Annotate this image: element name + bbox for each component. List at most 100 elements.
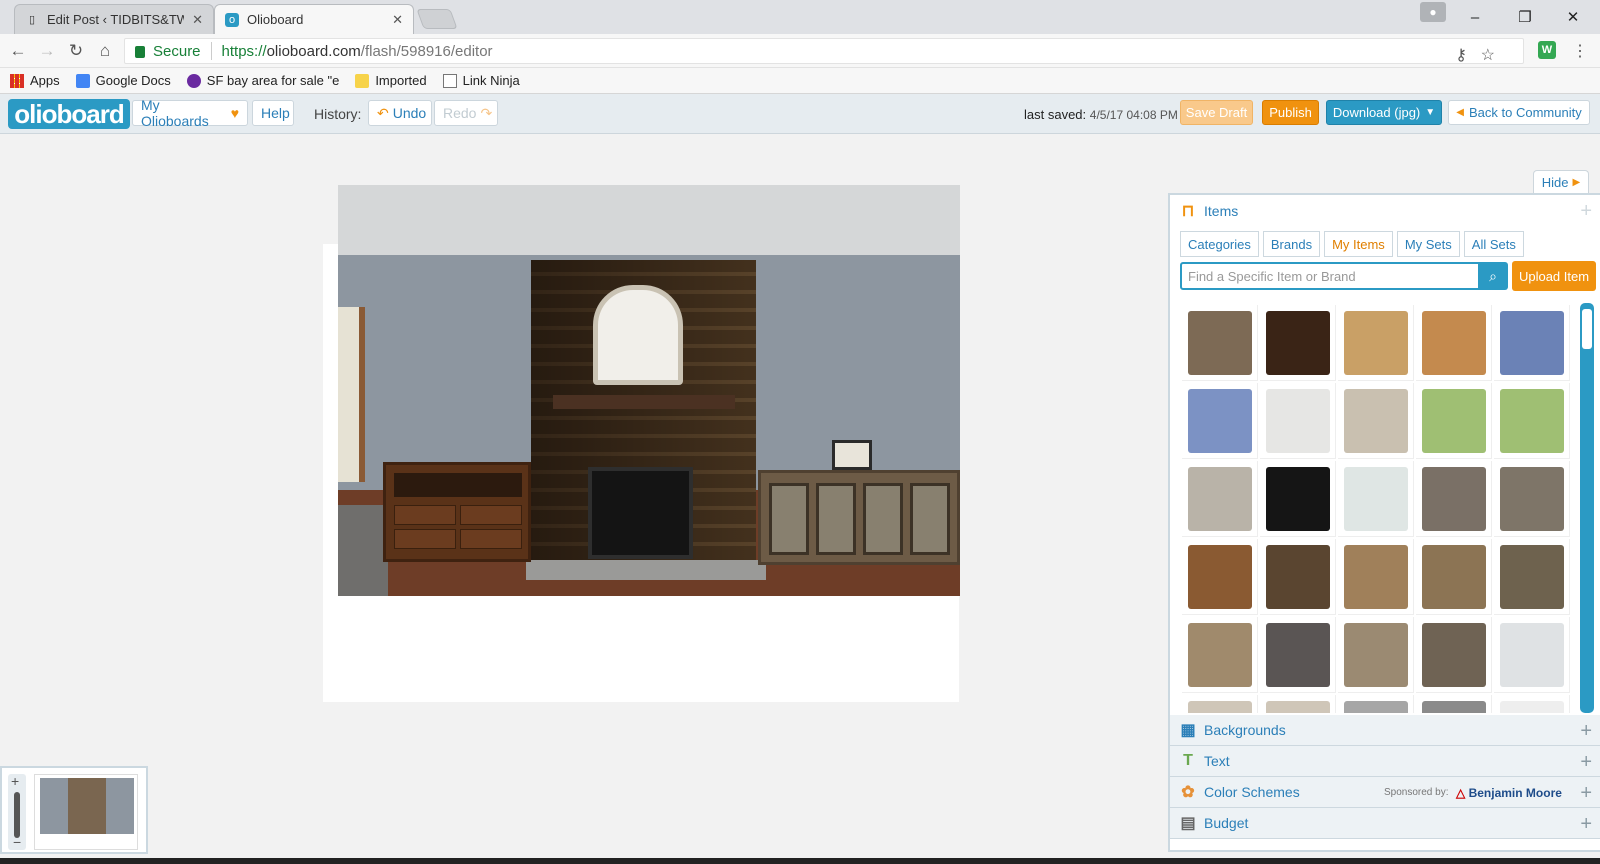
extension-icon[interactable]: W — [1538, 41, 1556, 59]
item-thumbnail[interactable] — [1260, 461, 1336, 537]
item-thumbnail[interactable] — [1182, 695, 1258, 713]
url-host: olioboard.com — [266, 42, 361, 60]
help-button[interactable]: Help — [252, 100, 294, 126]
item-thumbnail[interactable] — [1182, 617, 1258, 693]
tab-all-sets[interactable]: All Sets — [1463, 231, 1524, 257]
plus-icon[interactable]: + — [1580, 200, 1592, 223]
bookmark-link-ninja[interactable]: Link Ninja — [442, 73, 520, 88]
plus-icon[interactable]: + — [1580, 813, 1592, 836]
item-thumbnail[interactable] — [1182, 305, 1258, 381]
color-schemes-section[interactable]: ✿ Color Schemes Sponsored by: △ Benjamin… — [1170, 777, 1600, 808]
minimize-icon[interactable]: – — [1460, 0, 1490, 34]
plus-icon[interactable]: + — [1580, 751, 1592, 774]
zoom-out-icon[interactable]: − — [13, 834, 21, 850]
menu-kebab-icon[interactable]: ⋮ — [1572, 41, 1588, 61]
zoom-slider[interactable]: + − — [8, 773, 26, 850]
upload-item-button[interactable]: Upload Item — [1512, 261, 1596, 291]
budget-section[interactable]: ▤ Budget + — [1170, 808, 1600, 839]
close-tab-icon[interactable]: ✕ — [192, 12, 203, 28]
items-section-header[interactable]: ⊓ Items + — [1170, 195, 1600, 226]
olioboard-favicon-icon: o — [225, 12, 239, 27]
item-thumbnail[interactable] — [1260, 617, 1336, 693]
zoom-in-icon[interactable]: + — [11, 773, 19, 789]
reload-icon[interactable]: ↻ — [67, 41, 85, 60]
new-tab-button[interactable] — [416, 9, 458, 29]
item-thumbnail[interactable] — [1338, 539, 1414, 615]
search-button[interactable]: ⌕ — [1478, 262, 1508, 290]
item-thumbnail[interactable] — [1260, 539, 1336, 615]
key-icon[interactable]: ⚷ — [1455, 45, 1467, 65]
item-thumbnail[interactable] — [1494, 539, 1570, 615]
item-thumbnail[interactable] — [1494, 383, 1570, 459]
item-thumbnail[interactable] — [1494, 461, 1570, 537]
download-button[interactable]: Download (jpg) ▼ — [1326, 100, 1442, 125]
document-icon: ▯ — [28, 14, 36, 26]
publish-button[interactable]: Publish — [1262, 100, 1319, 125]
back-arrow-icon[interactable]: ← — [9, 41, 27, 60]
item-search-input[interactable]: Find a Specific Item or Brand — [1180, 262, 1480, 290]
item-thumbnail[interactable] — [1494, 695, 1570, 713]
bookmark-apps[interactable]: Apps — [10, 73, 60, 88]
item-thumbnail[interactable] — [1182, 461, 1258, 537]
items-title: Items — [1204, 202, 1239, 219]
item-thumbnail[interactable] — [1416, 305, 1492, 381]
sponsor-logo[interactable]: △ Benjamin Moore — [1456, 786, 1562, 800]
items-scrollbar[interactable] — [1580, 303, 1594, 713]
sponsor-name: Benjamin Moore — [1468, 786, 1562, 800]
zoom-track[interactable] — [14, 792, 20, 838]
tab-my-items[interactable]: My Items — [1324, 231, 1393, 257]
item-image — [1266, 701, 1330, 713]
browser-tab-edit-post[interactable]: ▯ Edit Post ‹ TIDBITS&TWI ✕ — [14, 4, 214, 34]
board-navigator: + − — [0, 766, 148, 854]
bookmark-google-docs[interactable]: Google Docs — [75, 73, 171, 88]
board-thumbnail[interactable] — [34, 774, 138, 850]
item-thumbnail[interactable] — [1338, 695, 1414, 713]
plus-icon[interactable]: + — [1580, 782, 1592, 805]
item-thumbnail[interactable] — [1260, 383, 1336, 459]
calculator-icon: ▤ — [1180, 815, 1196, 832]
undo-button[interactable]: ↶ Undo — [368, 100, 432, 126]
item-thumbnail[interactable] — [1338, 305, 1414, 381]
bookmark-star-icon[interactable]: ☆ — [1481, 45, 1495, 65]
redo-button[interactable]: Redo ↷ — [434, 100, 498, 126]
item-thumbnail[interactable] — [1416, 695, 1492, 713]
item-thumbnail[interactable] — [1260, 695, 1336, 713]
item-thumbnail[interactable] — [1416, 461, 1492, 537]
item-thumbnail[interactable] — [1338, 617, 1414, 693]
window — [338, 307, 365, 482]
restore-icon[interactable]: ❐ — [1510, 0, 1540, 34]
item-thumbnail[interactable] — [1338, 461, 1414, 537]
item-thumbnail[interactable] — [1182, 539, 1258, 615]
item-thumbnail[interactable] — [1416, 539, 1492, 615]
browser-tab-olioboard[interactable]: o Olioboard ✕ — [214, 4, 414, 34]
text-section[interactable]: T Text + — [1170, 746, 1600, 777]
item-thumbnail[interactable] — [1338, 383, 1414, 459]
item-thumbnail[interactable] — [1260, 305, 1336, 381]
tab-categories[interactable]: Categories — [1180, 231, 1259, 257]
plus-icon[interactable]: + — [1580, 720, 1592, 743]
room-photo[interactable] — [338, 185, 960, 596]
forward-arrow-icon[interactable]: → — [38, 41, 56, 60]
save-draft-button[interactable]: Save Draft — [1180, 100, 1253, 125]
backgrounds-section[interactable]: ▦ Backgrounds + — [1170, 715, 1600, 746]
item-thumbnail[interactable] — [1494, 617, 1570, 693]
bookmark-sf-bay[interactable]: SF bay area for sale "e — [186, 73, 339, 88]
hide-panel-button[interactable]: Hide ▶ — [1533, 170, 1589, 194]
home-icon[interactable]: ⌂ — [96, 41, 114, 60]
back-to-community-button[interactable]: ◀ Back to Community — [1448, 100, 1590, 125]
olioboard-logo[interactable]: olioboard — [8, 99, 130, 129]
profile-icon[interactable]: ● — [1420, 2, 1446, 22]
item-image — [1344, 545, 1408, 609]
close-tab-icon[interactable]: ✕ — [392, 12, 403, 28]
scrollbar-thumb[interactable] — [1582, 309, 1592, 349]
close-window-icon[interactable]: ✕ — [1558, 0, 1588, 34]
my-olioboards-button[interactable]: My Olioboards ♥ — [132, 97, 248, 129]
item-thumbnail[interactable] — [1494, 305, 1570, 381]
bookmark-imported[interactable]: Imported — [355, 73, 427, 88]
tab-brands[interactable]: Brands — [1262, 231, 1321, 257]
item-thumbnail[interactable] — [1182, 383, 1258, 459]
item-thumbnail[interactable] — [1416, 383, 1492, 459]
item-thumbnail[interactable] — [1416, 617, 1492, 693]
url-bar[interactable]: Secure https://olioboard.com/flash/59891… — [124, 38, 1524, 64]
tab-my-sets[interactable]: My Sets — [1396, 231, 1460, 257]
